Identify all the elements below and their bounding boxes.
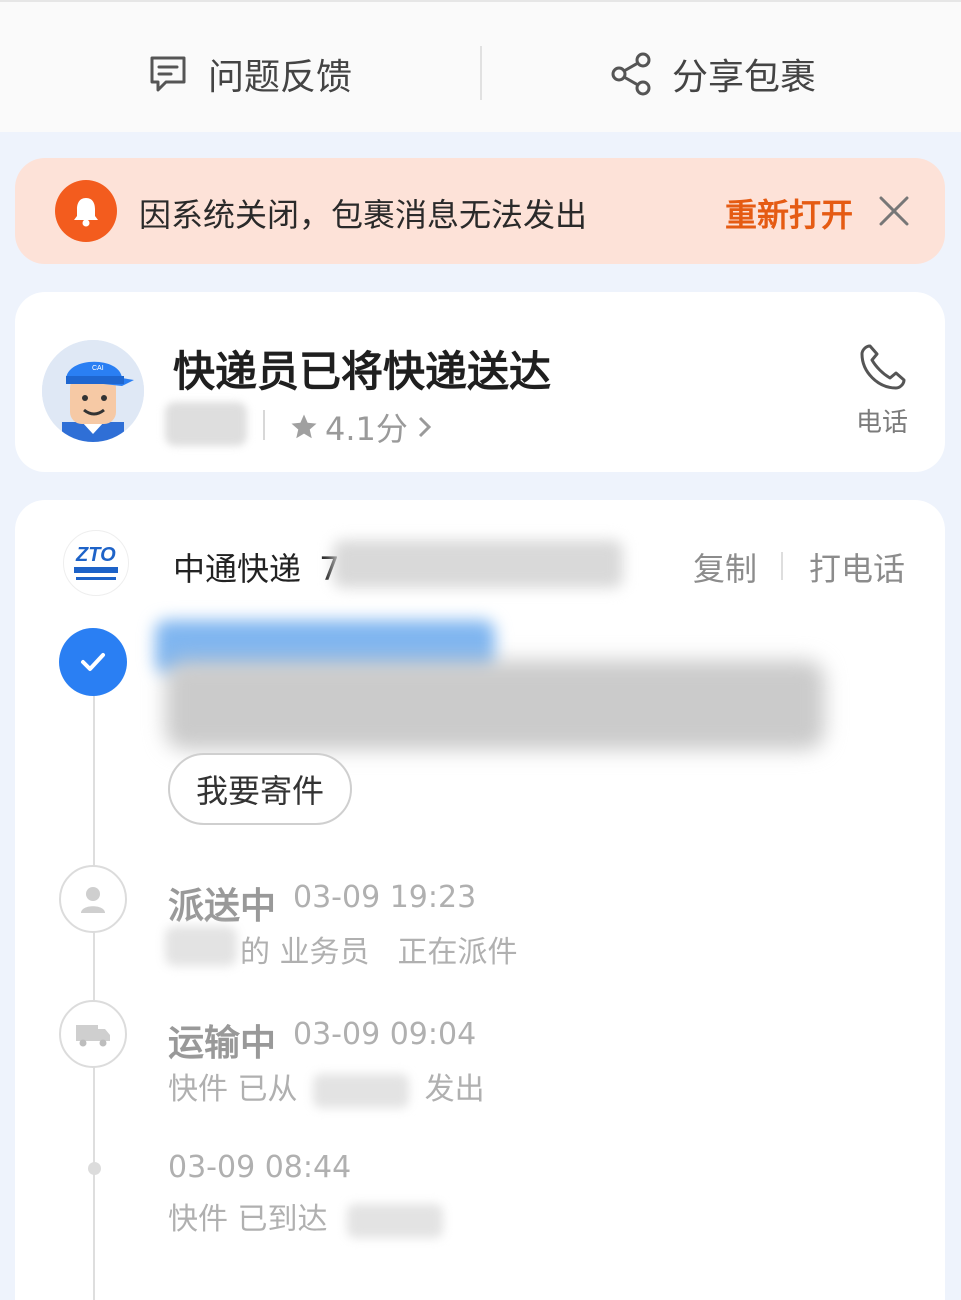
chevron-right-icon bbox=[418, 416, 432, 438]
svg-text:ZTO: ZTO bbox=[75, 544, 116, 566]
phone-icon[interactable] bbox=[847, 340, 917, 396]
tracking-card: ZTO 中通快递 7 复制 打电话 我要寄件 派送中 03-09 19:23 的… bbox=[15, 500, 945, 1300]
event-title: 运输中 bbox=[168, 1023, 277, 1064]
call-button[interactable]: 打电话 bbox=[809, 544, 905, 590]
action-separator bbox=[781, 552, 783, 580]
rating-value: 4.1分 bbox=[325, 410, 408, 448]
bell-icon bbox=[55, 180, 117, 242]
notification-banner: 因系统关闭，包裹消息无法发出 重新打开 bbox=[15, 158, 945, 264]
timeline-dot bbox=[88, 1162, 101, 1175]
top-action-bar: 问题反馈 分享包裹 bbox=[0, 0, 961, 132]
copy-button[interactable]: 复制 bbox=[693, 544, 757, 590]
check-icon bbox=[59, 628, 127, 696]
svg-text:CAI: CAI bbox=[92, 365, 104, 372]
event-desc: 快件 已到达 bbox=[168, 1194, 444, 1238]
notice-message: 因系统关闭，包裹消息无法发出 bbox=[139, 196, 588, 234]
send-package-button[interactable]: 我要寄件 bbox=[168, 753, 352, 825]
courier-card: CAI 快递员已将快递送达 4.1分 电话 bbox=[15, 292, 945, 472]
share-button[interactable]: 分享包裹 bbox=[610, 46, 816, 102]
location-redacted bbox=[347, 1203, 444, 1238]
event-desc: 的 业务员 正在派件 bbox=[240, 935, 518, 970]
location-redacted bbox=[313, 1073, 410, 1108]
feedback-icon bbox=[150, 56, 186, 92]
tracking-number-redacted bbox=[333, 540, 623, 588]
person-icon bbox=[59, 865, 127, 933]
topbar-divider bbox=[480, 46, 482, 100]
delivery-status-title: 快递员已将快递送达 bbox=[173, 347, 552, 396]
phone-label[interactable]: 电话 bbox=[847, 402, 917, 439]
reopen-button[interactable]: 重新打开 bbox=[725, 190, 853, 236]
zto-logo: ZTO bbox=[63, 530, 129, 596]
courier-rating[interactable]: 4.1分 bbox=[289, 404, 436, 450]
share-label: 分享包裹 bbox=[672, 57, 817, 98]
share-icon bbox=[611, 52, 651, 96]
event-time: 03-09 08:44 bbox=[168, 1150, 352, 1185]
rating-separator bbox=[263, 410, 265, 440]
star-icon bbox=[291, 414, 317, 439]
event-time: 03-09 09:04 bbox=[293, 1017, 477, 1052]
carrier-name: 中通快递 7 bbox=[173, 550, 340, 588]
close-icon[interactable] bbox=[875, 192, 913, 230]
feedback-button[interactable]: 问题反馈 bbox=[146, 46, 352, 102]
feedback-label: 问题反馈 bbox=[208, 57, 353, 98]
timeline-line bbox=[93, 660, 95, 1300]
courier-name-redacted bbox=[165, 402, 247, 446]
location-redacted bbox=[165, 926, 237, 966]
event-desc: 快件 已从 发出 bbox=[168, 1072, 485, 1108]
delivered-detail-redacted bbox=[165, 660, 825, 750]
event-time: 03-09 19:23 bbox=[293, 880, 477, 915]
event-title: 派送中 bbox=[168, 886, 277, 927]
courier-avatar: CAI bbox=[42, 340, 144, 442]
truck-icon bbox=[59, 1000, 127, 1068]
